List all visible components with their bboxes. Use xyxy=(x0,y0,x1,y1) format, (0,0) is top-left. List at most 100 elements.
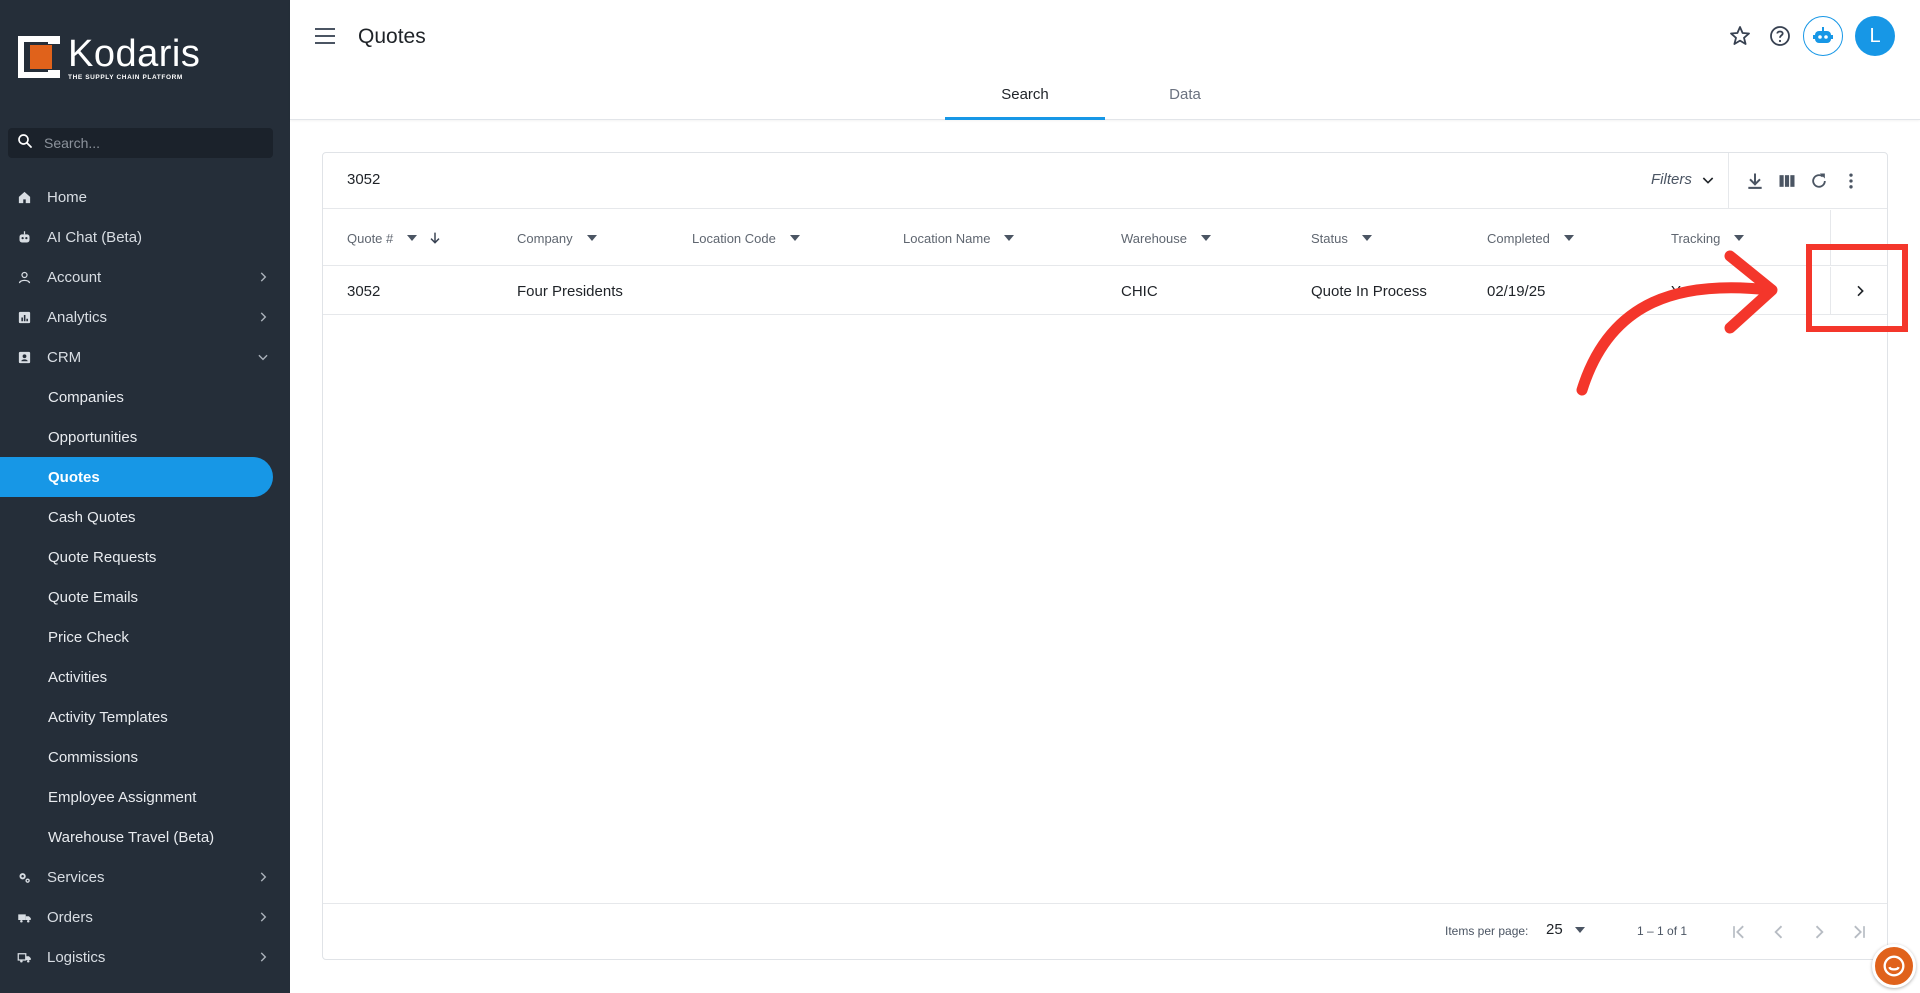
sidebar-search[interactable] xyxy=(8,128,273,158)
sidebar-item-label: Analytics xyxy=(47,308,108,326)
sidebar-item-quote-requests[interactable]: Quote Requests xyxy=(0,537,290,577)
column-menu-caret-icon[interactable] xyxy=(1004,235,1015,241)
chevron-right-icon xyxy=(260,872,267,882)
sidebar-item-analytics[interactable]: Analytics xyxy=(0,297,290,337)
chat-icon xyxy=(1883,955,1905,977)
sidebar-item-companies[interactable]: Companies xyxy=(0,377,290,417)
items-per-page-label: Items per page: xyxy=(1445,924,1529,938)
columns-icon[interactable] xyxy=(1775,169,1799,193)
page-range: 1 – 1 of 1 xyxy=(1637,924,1688,938)
column-header-quote[interactable]: Quote # xyxy=(347,210,443,266)
sidebar-item-label: Services xyxy=(47,868,105,886)
column-header-status[interactable]: Status xyxy=(1311,210,1372,266)
sort-descending-arrow-icon[interactable] xyxy=(427,230,443,246)
sidebar-item-label: Orders xyxy=(47,908,93,926)
person-icon xyxy=(16,269,32,285)
sidebar-item-crm[interactable]: CRM xyxy=(0,337,290,377)
items-per-page-select[interactable]: 25 xyxy=(1546,921,1585,938)
sidebar-item-cash-quotes[interactable]: Cash Quotes xyxy=(0,497,290,537)
items-per-page-value: 25 xyxy=(1546,921,1563,938)
column-header-warehouse[interactable]: Warehouse xyxy=(1121,210,1211,266)
sidebar-item-label: Logistics xyxy=(47,948,106,966)
contact-card-icon xyxy=(16,349,32,365)
sidebar-item-quote-emails[interactable]: Quote Emails xyxy=(0,577,290,617)
sidebar-item-logistics[interactable]: Logistics xyxy=(0,937,290,977)
cell-quote-number: 3052 xyxy=(347,282,381,300)
chevron-right-icon xyxy=(260,912,267,922)
sidebar-search-input[interactable] xyxy=(44,135,264,151)
caret-down-icon xyxy=(1574,926,1585,933)
column-label: Location Name xyxy=(903,230,991,246)
tab-data[interactable]: Data xyxy=(1105,76,1265,120)
sidebar-item-price-check[interactable]: Price Check xyxy=(0,617,290,657)
column-menu-caret-icon[interactable] xyxy=(1361,235,1372,241)
sidebar-item-label: AI Chat (Beta) xyxy=(47,228,143,246)
sidebar-item-activities[interactable]: Activities xyxy=(0,657,290,697)
download-icon[interactable] xyxy=(1743,169,1767,193)
sidebar-item-quotes[interactable]: Quotes xyxy=(0,457,273,497)
column-menu-caret-icon[interactable] xyxy=(789,235,800,241)
column-label: Location Code xyxy=(692,230,776,246)
help-icon[interactable] xyxy=(1767,23,1793,49)
column-header-company[interactable]: Company xyxy=(517,210,597,266)
robot-icon xyxy=(16,229,32,245)
column-label: Quote # xyxy=(347,230,394,246)
sidebar-item-services[interactable]: Services xyxy=(0,857,290,897)
sidebar-item-account[interactable]: Account xyxy=(0,257,290,297)
cell-completed: 02/19/25 xyxy=(1487,282,1546,300)
more-vert-icon[interactable] xyxy=(1839,169,1863,193)
first-page-icon[interactable] xyxy=(1727,920,1751,944)
ai-assistant-button[interactable] xyxy=(1803,16,1843,56)
search-icon xyxy=(16,132,34,155)
last-page-icon[interactable] xyxy=(1847,920,1871,944)
cell-company: Four Presidents xyxy=(517,282,623,300)
sidebar-item-label: CRM xyxy=(47,348,82,366)
tab-search[interactable]: Search xyxy=(945,76,1105,120)
table-toolbar: 3052 Filters xyxy=(323,153,1887,209)
page-title: Quotes xyxy=(358,25,426,48)
sidebar-item-label: Home xyxy=(47,188,88,206)
favorite-star-icon[interactable] xyxy=(1727,23,1753,49)
sidebar-item-warehouse-travel[interactable]: Warehouse Travel (Beta) xyxy=(0,817,290,857)
truck-icon xyxy=(16,909,32,925)
cell-status: Quote In Process xyxy=(1311,282,1427,300)
gears-icon xyxy=(16,869,32,885)
annotation-arrow xyxy=(1576,250,1778,396)
cell-warehouse: CHIC xyxy=(1121,282,1158,300)
brand-tagline: THE SUPPLY CHAIN PLATFORM xyxy=(68,74,183,81)
chart-icon xyxy=(16,309,32,325)
sidebar-item-orders[interactable]: Orders xyxy=(0,897,290,937)
sidebar-item-activity-templates[interactable]: Activity Templates xyxy=(0,697,290,737)
column-label: Warehouse xyxy=(1121,230,1187,246)
table-search-input[interactable]: 3052 xyxy=(347,171,380,188)
paginator: Items per page: 25 1 – 1 of 1 xyxy=(323,903,1887,959)
hamburger-menu-icon[interactable] xyxy=(315,27,337,45)
annotation-highlight-box xyxy=(1806,244,1908,332)
sidebar-item-label: Account xyxy=(47,268,102,286)
brand-name: Kodaris xyxy=(68,33,201,75)
refresh-icon[interactable] xyxy=(1807,169,1831,193)
column-menu-caret-icon[interactable] xyxy=(407,235,418,241)
column-label: Status xyxy=(1311,230,1348,246)
support-chat-bubble[interactable] xyxy=(1872,944,1916,988)
chevron-down-icon xyxy=(1702,176,1714,184)
top-bar: Quotes L Search Data xyxy=(290,0,1920,120)
sidebar-item-opportunities[interactable]: Opportunities xyxy=(0,417,290,457)
tab-bar: Search Data xyxy=(945,76,1265,120)
sidebar-item-commissions[interactable]: Commissions xyxy=(0,737,290,777)
previous-page-icon[interactable] xyxy=(1767,920,1791,944)
avatar[interactable]: L xyxy=(1855,16,1895,56)
sidebar-item-home[interactable]: Home xyxy=(0,177,290,217)
column-header-location-code[interactable]: Location Code xyxy=(692,210,800,266)
filters-button[interactable]: Filters xyxy=(1651,171,1716,188)
column-label: Completed xyxy=(1487,230,1550,246)
column-header-location-name[interactable]: Location Name xyxy=(903,210,1015,266)
sidebar-item-employee-assignment[interactable]: Employee Assignment xyxy=(0,777,290,817)
sidebar-item-ai-chat[interactable]: AI Chat (Beta) xyxy=(0,217,290,257)
delivery-truck-icon xyxy=(16,949,32,965)
chevron-down-icon xyxy=(258,354,268,361)
column-menu-caret-icon[interactable] xyxy=(1201,235,1211,241)
column-menu-caret-icon[interactable] xyxy=(586,235,597,241)
next-page-icon[interactable] xyxy=(1807,920,1831,944)
kodaris-logo[interactable]: Kodaris THE SUPPLY CHAIN PLATFORM xyxy=(18,33,201,81)
